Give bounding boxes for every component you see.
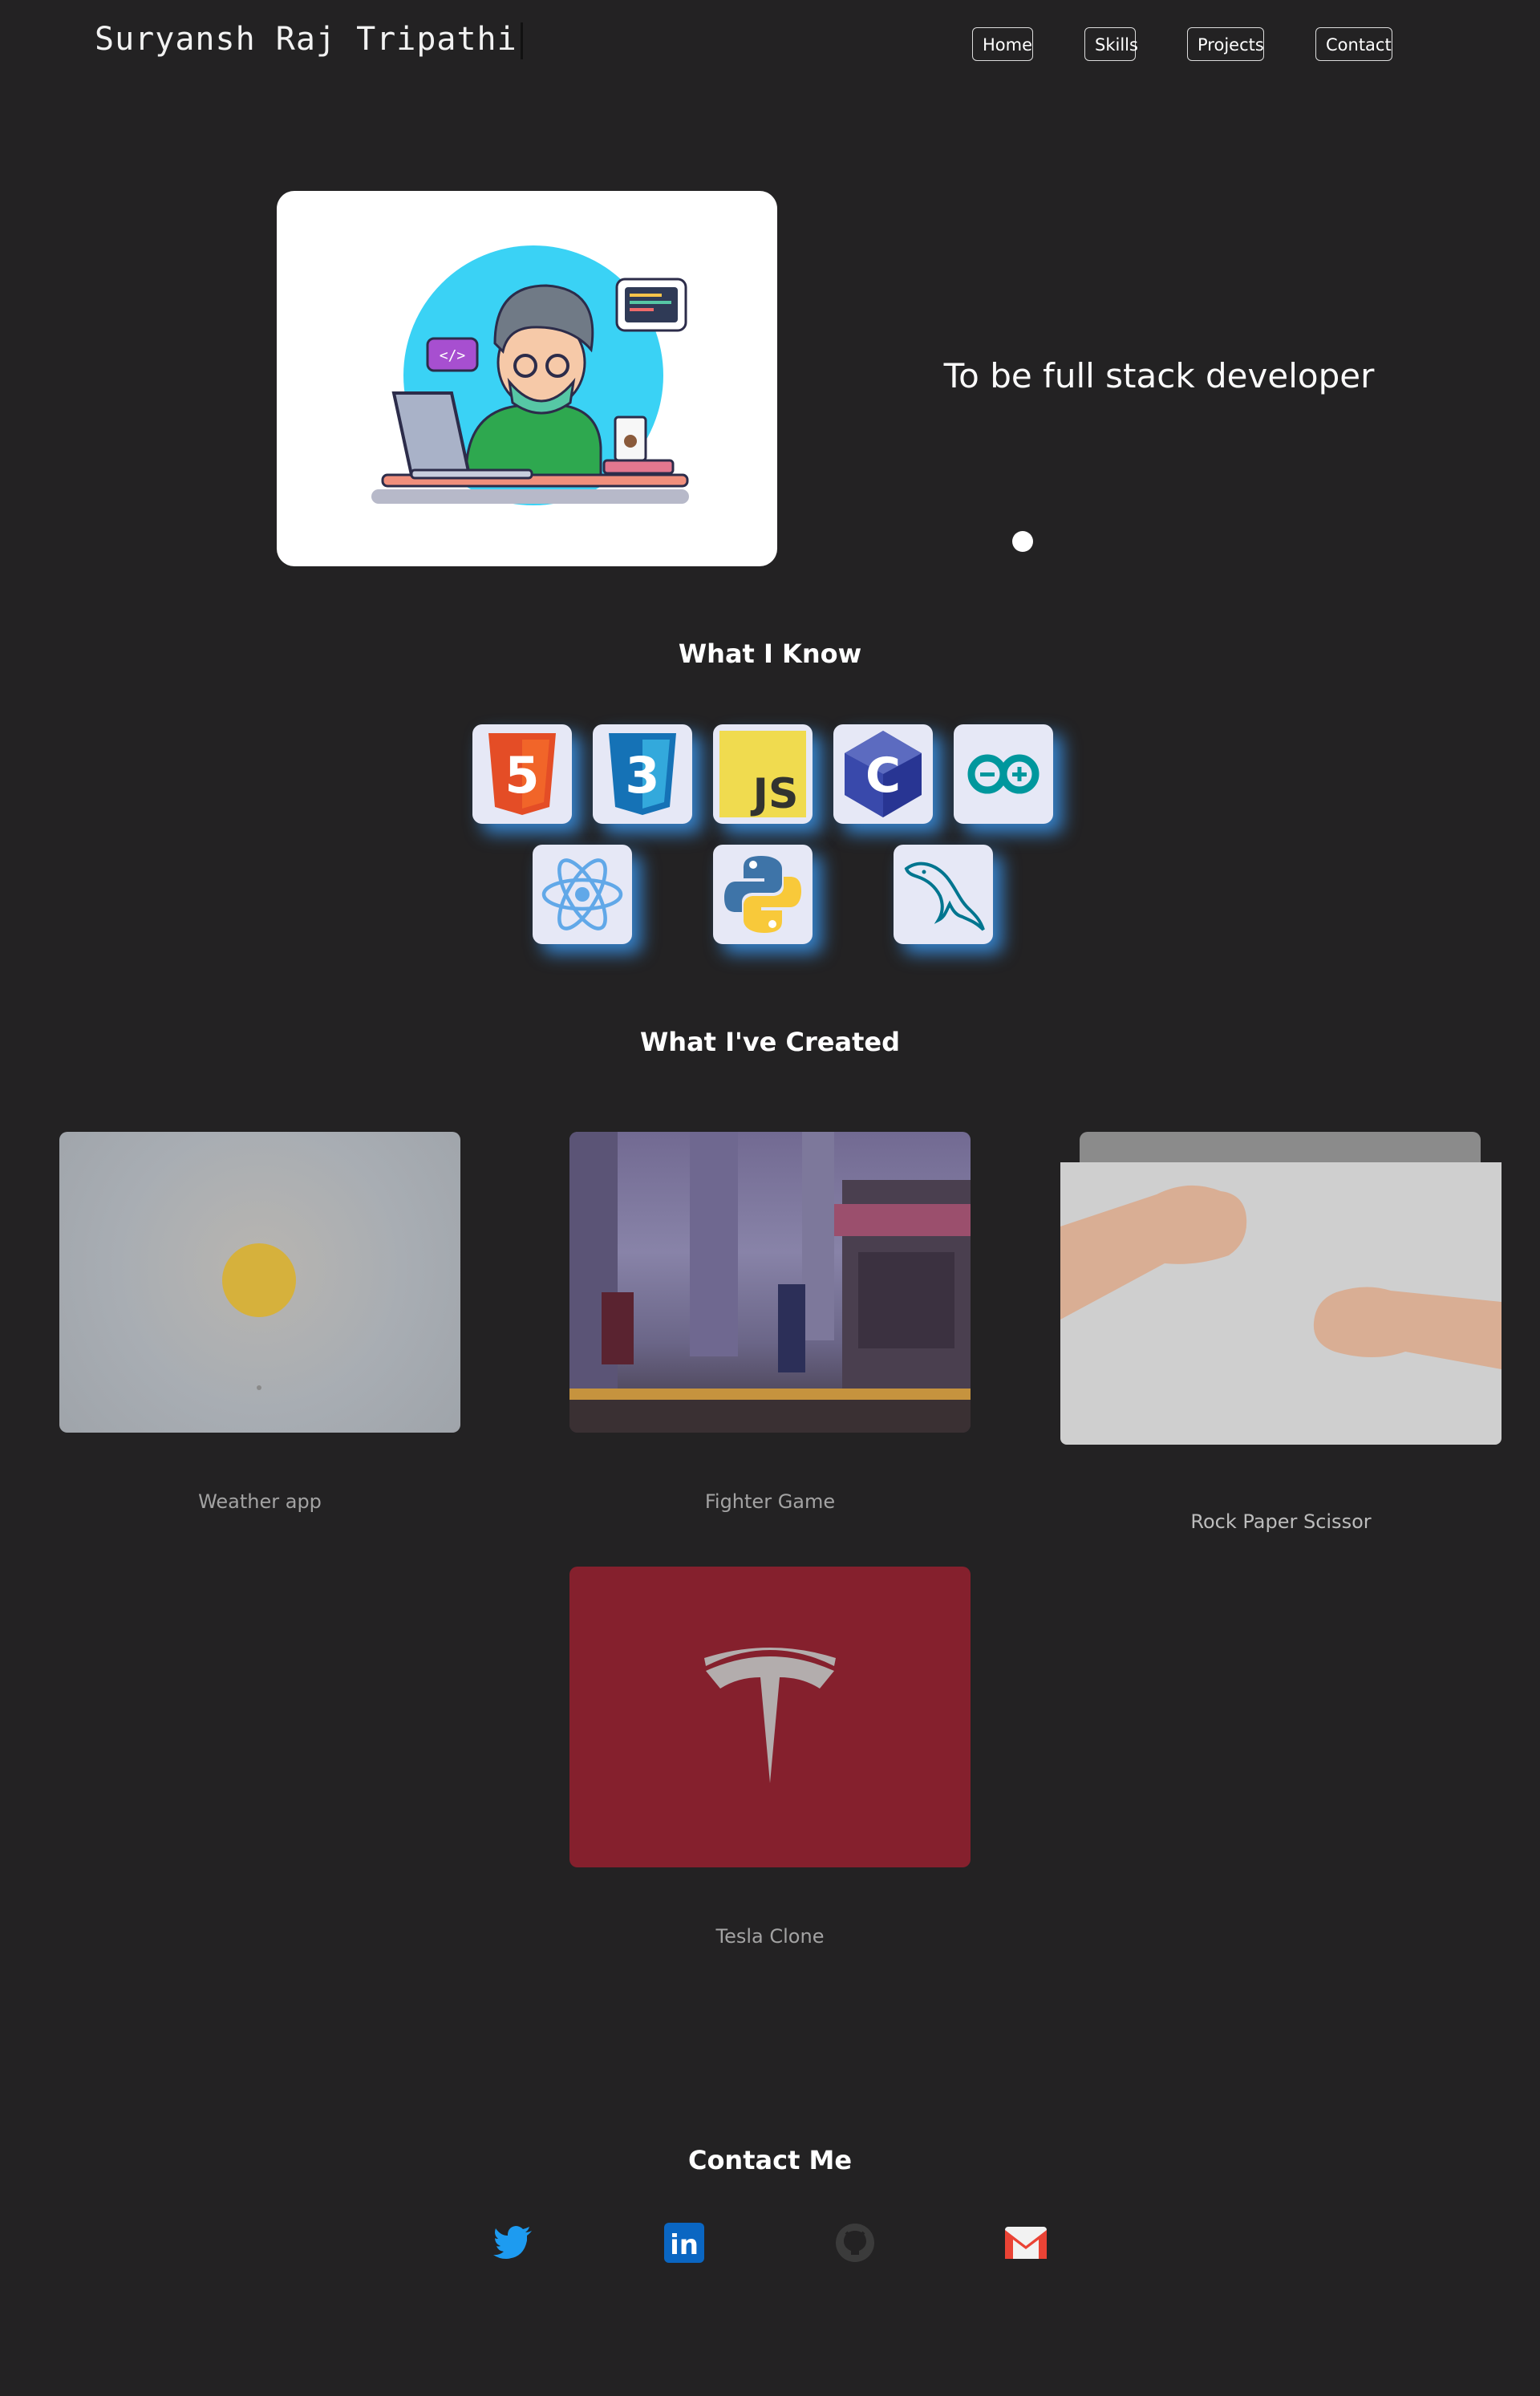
- nav-skills-button[interactable]: Skills: [1084, 27, 1138, 61]
- svg-text:C: C: [865, 748, 901, 804]
- dot-marker: [257, 1385, 261, 1390]
- project-label-weather[interactable]: Weather app: [59, 1490, 460, 1513]
- linkedin-icon[interactable]: in: [663, 2222, 705, 2264]
- javascript-icon: JS: [713, 724, 813, 824]
- svg-text:JS: JS: [751, 770, 799, 817]
- carousel-indicator-dot[interactable]: [1012, 531, 1033, 552]
- mysql-icon: [894, 845, 993, 944]
- nav-home-button[interactable]: Home: [972, 27, 1033, 61]
- nav-contact-button[interactable]: Contact: [1315, 27, 1392, 61]
- project-label-fighter-game[interactable]: Fighter Game: [569, 1490, 971, 1513]
- rps-card-tab: [1080, 1132, 1481, 1164]
- sun-icon: [222, 1243, 296, 1317]
- html5-icon: 5: [472, 724, 572, 824]
- skills-section-title: What I Know: [678, 639, 862, 669]
- projects-section-title: What I've Created: [640, 1027, 900, 1057]
- project-label-tesla[interactable]: Tesla Clone: [569, 1925, 971, 1948]
- tesla-clone-card[interactable]: [569, 1567, 971, 1867]
- typing-caret: [520, 22, 523, 59]
- hero-tagline: To be full stack developer: [943, 356, 1375, 395]
- developer-illustration: </>: [371, 245, 689, 505]
- svg-text:</>: </>: [440, 347, 466, 364]
- react-icon: [533, 845, 632, 944]
- nav-projects-button[interactable]: Projects: [1187, 27, 1264, 61]
- github-icon[interactable]: [834, 2222, 876, 2264]
- project-label-rock-paper-scissor[interactable]: Rock Paper Scissor: [1060, 1510, 1502, 1533]
- svg-text:3: 3: [625, 746, 659, 805]
- contact-section-title: Contact Me: [687, 2145, 853, 2175]
- hero-illustration: </>: [277, 191, 777, 566]
- css3-icon: 3: [593, 724, 692, 824]
- twitter-icon[interactable]: [492, 2222, 534, 2264]
- c-language-icon: C: [833, 724, 933, 824]
- site-title: Suryansh Raj Tripathi: [95, 21, 523, 59]
- weather-app-card[interactable]: [59, 1132, 460, 1433]
- svg-text:5: 5: [505, 746, 539, 805]
- fist-hands-icon: [1060, 1185, 1502, 1369]
- svg-text:in: in: [670, 2229, 699, 2261]
- tesla-logo-icon: [704, 1648, 836, 1783]
- fighter-game-card[interactable]: [569, 1132, 971, 1433]
- rock-paper-scissor-card[interactable]: [1060, 1162, 1502, 1445]
- fighter-game-scene: [569, 1132, 971, 1433]
- python-icon: [713, 845, 813, 944]
- gmail-icon[interactable]: [1005, 2222, 1047, 2264]
- arduino-icon: [954, 724, 1053, 824]
